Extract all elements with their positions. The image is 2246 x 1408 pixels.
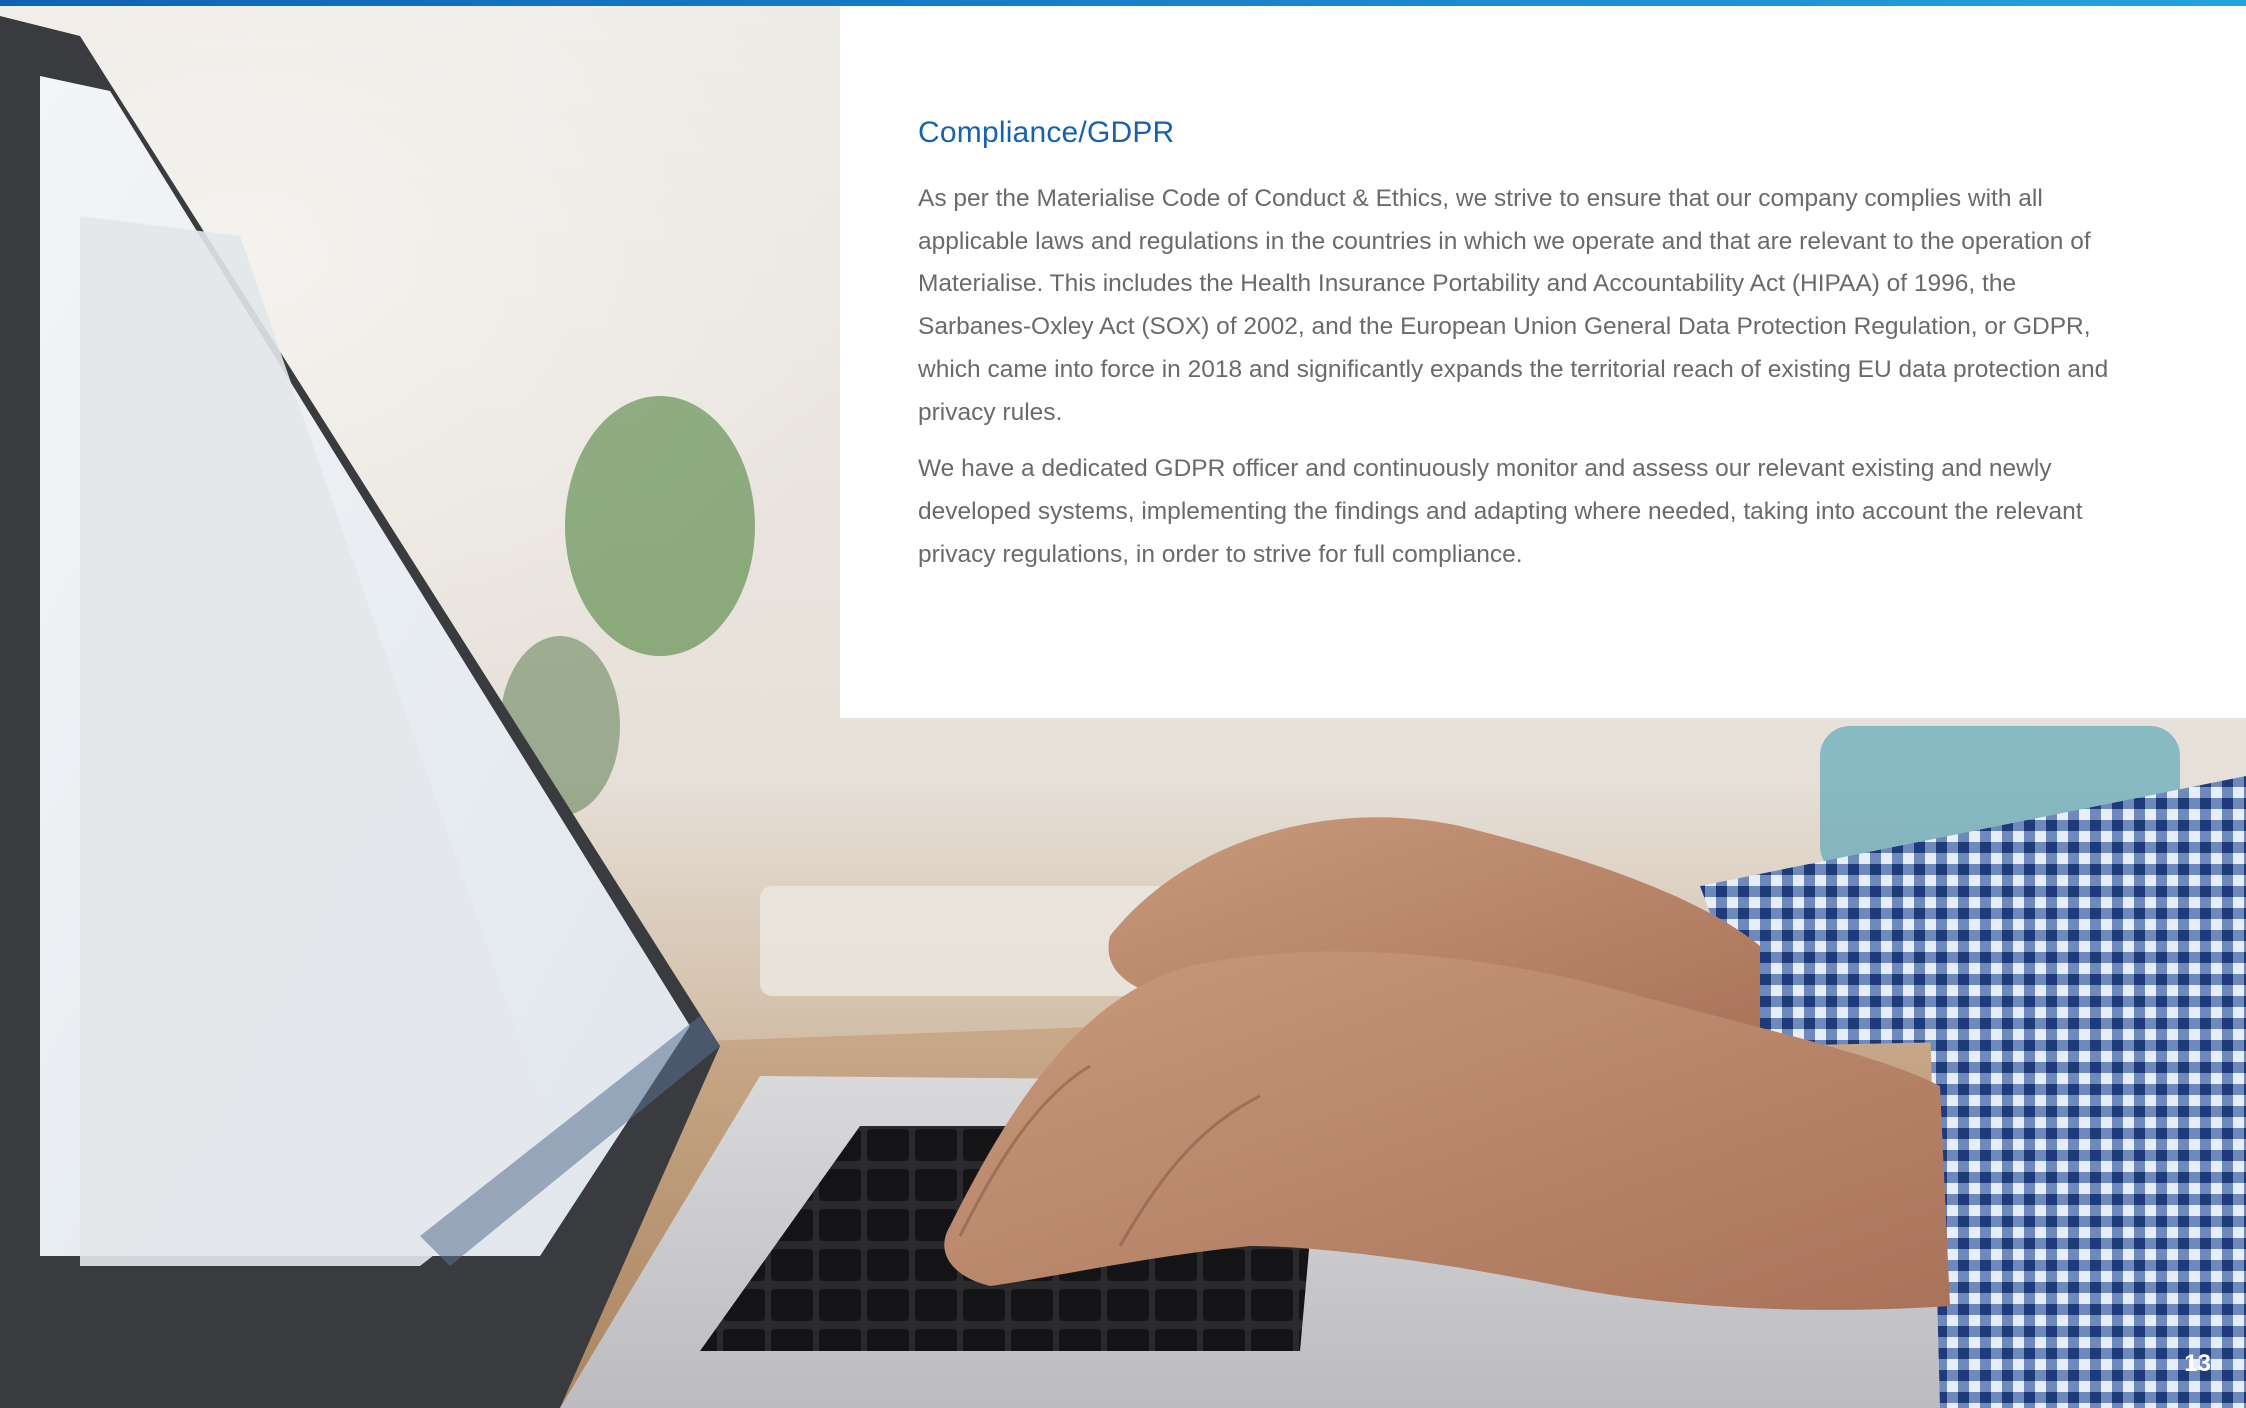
page-number: 13 (2184, 1350, 2211, 1377)
paragraph-gdpr-officer: We have a dedicated GDPR officer and con… (918, 455, 2083, 568)
paragraph-compliance-intro: As per the Materialise Code of Conduct &… (918, 185, 2109, 426)
section-heading: Compliance/GDPR (918, 116, 1175, 149)
content-card: Compliance/GDPR As per the Materialise C… (840, 6, 2246, 718)
top-accent-bar (0, 0, 2246, 6)
